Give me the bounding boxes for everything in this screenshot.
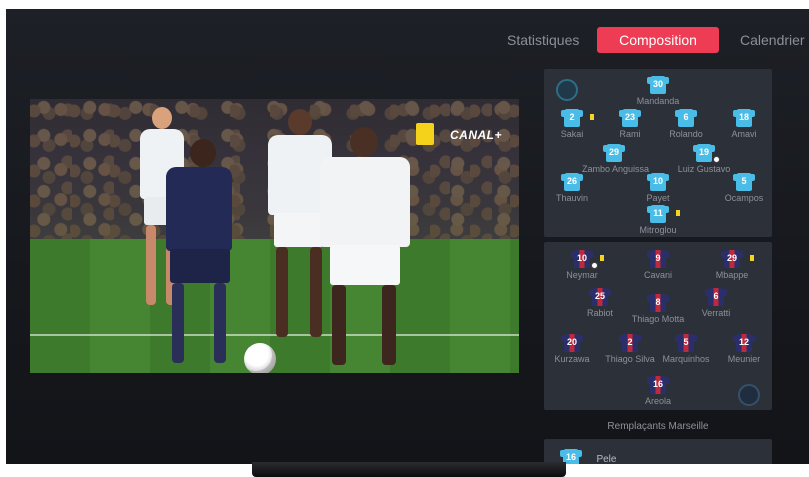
marseille-lineup: 30 Mandanda 2 Sakai 23 Rami 6 Rolando 18…	[544, 69, 772, 237]
player-name: Rabiot	[586, 308, 613, 318]
paris-saint-germain-crest-icon	[738, 384, 760, 406]
lineup-player[interactable]: 2 Thiago Silva	[598, 334, 662, 364]
substitutes-list: 16 Pele	[544, 439, 772, 464]
player-name: Amavi	[731, 129, 757, 139]
tab-bar: Statistiques Composition Calendrier	[6, 27, 809, 53]
video-player[interactable]: CANAL+	[30, 99, 519, 373]
jersey-icon: 11	[647, 205, 669, 223]
player-name: Areola	[644, 396, 671, 406]
lineup-player[interactable]: 18 Amavi	[712, 109, 776, 139]
ball	[244, 343, 276, 373]
player-name: Verratti	[701, 308, 731, 318]
jersey-icon: 29	[721, 250, 743, 268]
jersey-icon: 6	[675, 109, 697, 127]
yellow-card-icon	[676, 210, 680, 216]
jersey-icon: 16	[647, 376, 669, 394]
player-figure	[150, 139, 250, 373]
yellow-card-icon	[590, 114, 594, 120]
lineup-player[interactable]: 10 Payet	[626, 173, 690, 203]
jersey-icon: 6	[705, 288, 727, 306]
yellow-card-icon	[600, 255, 604, 261]
olympique-marseille-crest-icon	[556, 79, 578, 101]
player-figure	[310, 127, 420, 373]
goal-ball-icon	[713, 156, 720, 163]
lineup-player[interactable]: 16 Areola	[626, 376, 690, 406]
jersey-icon: 19	[693, 144, 715, 162]
lineup-player[interactable]: 29 Mbappe	[700, 250, 764, 280]
tv-screen: Statistiques Composition Calendrier CANA…	[6, 9, 809, 464]
lineup-player[interactable]: 26 Thauvin	[540, 173, 604, 203]
jersey-icon: 2	[561, 109, 583, 127]
player-name: Mitroglou	[639, 225, 677, 235]
jersey-icon: 8	[647, 294, 669, 312]
player-name: Meunier	[727, 354, 761, 364]
player-name: Thiago Motta	[631, 314, 685, 324]
jersey-icon: 10	[571, 250, 593, 268]
player-name: Thauvin	[555, 193, 589, 203]
lineup-player[interactable]: 11 Mitroglou	[626, 205, 690, 235]
lineup-player[interactable]: 12 Meunier	[712, 334, 776, 364]
lineup-player[interactable]: 10 Neymar	[550, 250, 614, 280]
lineup-player[interactable]: 5 Ocampos	[712, 173, 776, 203]
jersey-icon: 25	[589, 288, 611, 306]
lineup-player[interactable]: 19 Luiz Gustavo	[672, 144, 736, 174]
jersey-icon: 5	[675, 334, 697, 352]
lineup-player[interactable]: 9 Cavani	[626, 250, 690, 280]
jersey-icon: 10	[647, 173, 669, 191]
lineup-player[interactable]: 30 Mandanda	[626, 76, 690, 106]
lineup-player[interactable]: 25 Rabiot	[568, 288, 632, 318]
lineup-player[interactable]: 20 Kurzawa	[540, 334, 604, 364]
jersey-icon: 9	[647, 250, 669, 268]
psg-lineup: 10 Neymar 9 Cavani 29 Mbappe 25 Rabiot 8…	[544, 242, 772, 410]
lineup-player[interactable]: 29 Zambo Anguissa	[582, 144, 649, 174]
player-name: Rami	[619, 129, 641, 139]
lineup-player[interactable]: 6 Rolando	[654, 109, 718, 139]
tv-stand	[252, 462, 566, 477]
lineup-player[interactable]: 6 Verratti	[684, 288, 748, 318]
jersey-icon: 20	[561, 334, 583, 352]
jersey-icon: 2	[619, 334, 641, 352]
player-name: Mbappe	[715, 270, 749, 280]
player-name: Sakai	[560, 129, 584, 139]
player-name: Neymar	[566, 270, 598, 280]
player-name: Mandanda	[636, 96, 680, 106]
goal-ball-icon	[591, 262, 598, 269]
lineup-player[interactable]: 5 Marquinhos	[654, 334, 718, 364]
lineup-player[interactable]: 8 Thiago Motta	[626, 294, 690, 324]
player-name: Marquinhos	[662, 354, 710, 364]
lineup-player[interactable]: 23 Rami	[598, 109, 662, 139]
jersey-icon: 30	[647, 76, 669, 94]
player-name: Thiago Silva	[605, 354, 655, 364]
tab-statistiques[interactable]: Statistiques	[507, 27, 579, 53]
jersey-icon: 23	[619, 109, 641, 127]
jersey-icon: 18	[733, 109, 755, 127]
yellow-card-icon	[750, 255, 754, 261]
player-name: Payet	[646, 193, 670, 203]
tab-calendrier[interactable]: Calendrier	[740, 27, 805, 53]
player-name: Cavani	[643, 270, 672, 280]
jersey-icon: 5	[733, 173, 755, 191]
tab-composition[interactable]: Composition	[597, 27, 719, 53]
player-name: Ocampos	[724, 193, 764, 203]
jersey-icon: 26	[561, 173, 583, 191]
player-name: Rolando	[669, 129, 703, 139]
jersey-icon: 12	[733, 334, 755, 352]
player-name: Pele	[596, 453, 617, 465]
ligue1-logo	[416, 123, 434, 145]
canal-plus-logo: CANAL+	[450, 128, 503, 142]
substitutes-heading: Remplaçants Marseille	[607, 421, 709, 432]
player-name: Kurzawa	[554, 354, 590, 364]
jersey-icon: 29	[603, 144, 625, 162]
lineup-player[interactable]: 2 Sakai	[540, 109, 604, 139]
